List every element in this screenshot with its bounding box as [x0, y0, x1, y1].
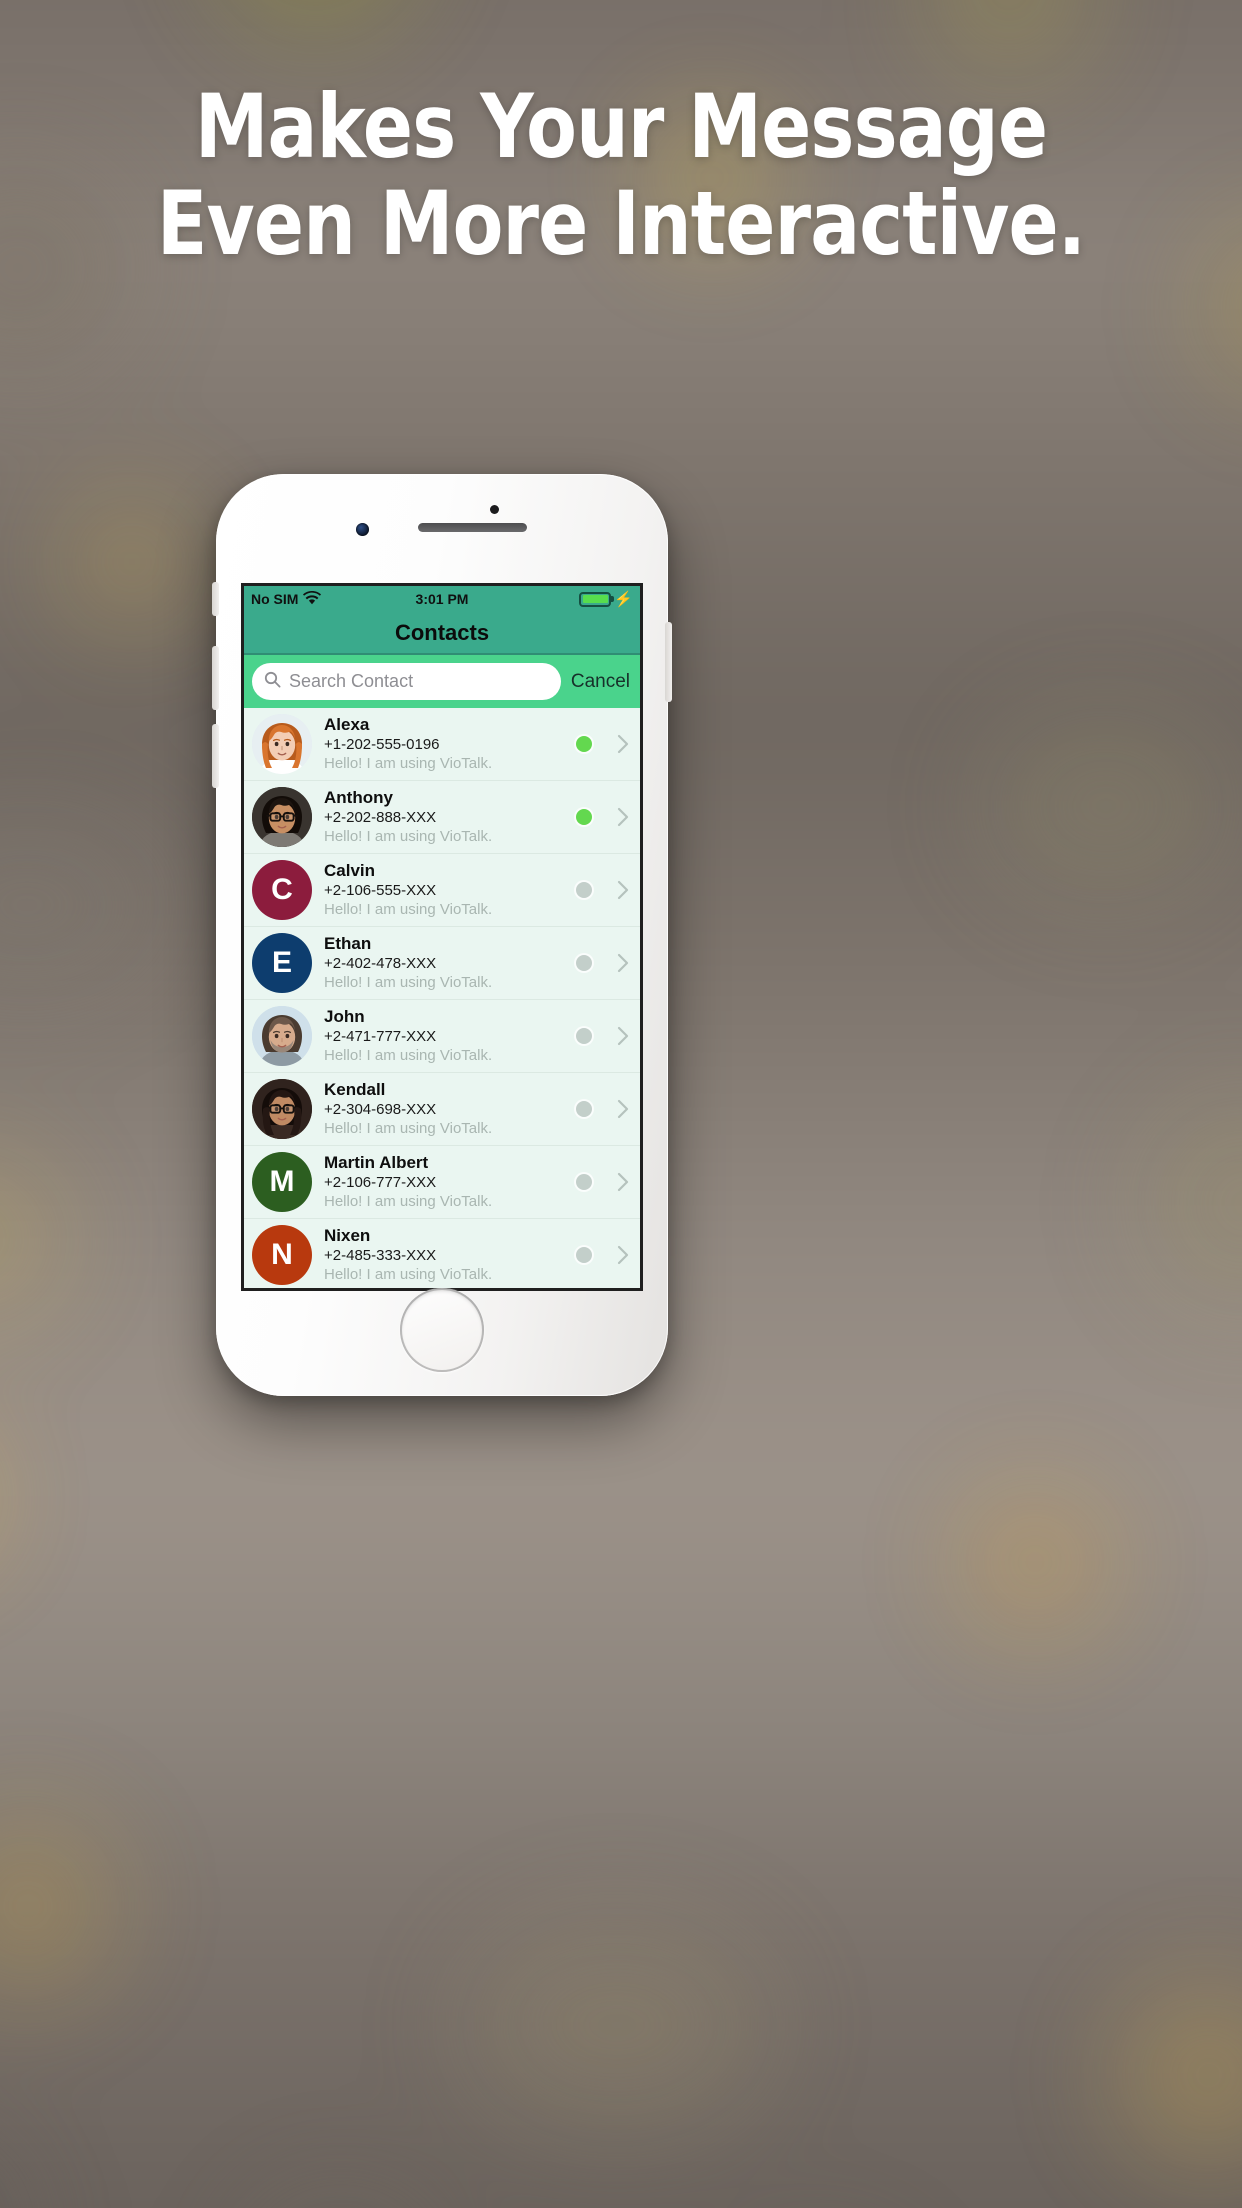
screen-title: Contacts [394, 619, 490, 645]
volume-up-button[interactable] [212, 646, 219, 710]
presence-offline-icon [576, 1247, 592, 1263]
presence-offline-icon [576, 882, 592, 898]
headline-line-1: Makes Your Message [194, 75, 1048, 178]
avatar-initial-label: C [271, 873, 293, 906]
chevron-right-icon[interactable] [616, 952, 630, 974]
cancel-button[interactable]: Cancel [567, 671, 634, 693]
presence-online-icon [576, 736, 592, 752]
headline-line-2: Even More Interactive. [156, 172, 1086, 275]
presence-offline-icon [576, 1101, 592, 1117]
contact-avatar-photo [252, 787, 312, 847]
chevron-right-icon[interactable] [616, 733, 630, 755]
contact-avatar-initial: M [252, 1152, 312, 1212]
contact-row[interactable]: Anthony +2-202-888-XXX Hello! I am using V… [244, 781, 640, 854]
front-camera-icon [356, 523, 369, 536]
contact-status-message: Hello! I am using VioTalk. [324, 1047, 493, 1064]
earpiece-speaker-icon [418, 523, 527, 532]
search-icon [264, 671, 281, 693]
contact-phone: +1-202-555-0196 [324, 736, 440, 753]
contact-info: Alexa +1-202-555-0196 Hello! I am using Vi… [322, 715, 566, 773]
power-button[interactable] [665, 622, 672, 702]
silent-switch[interactable] [212, 582, 219, 616]
contact-phone: +2-106-777-XXX [324, 1174, 437, 1191]
presence-offline-icon [576, 1028, 592, 1044]
chevron-right-icon[interactable] [616, 1098, 630, 1120]
contact-row[interactable]: Kendall +2-304-698-XXX Hello! I am using V… [244, 1073, 640, 1146]
contact-phone: +2-106-555-XXX [324, 882, 437, 899]
presence-offline-icon [576, 1174, 592, 1190]
contact-row[interactable]: C Calvin +2-106-555-XXX Hello! I am using V… [244, 854, 640, 927]
contact-name: Anthony [324, 788, 393, 807]
contact-info: Martin Albert +2-106-777-XXX Hello! I am u… [322, 1153, 566, 1211]
contact-name: Nixen [324, 1226, 371, 1245]
contact-status-message: Hello! I am using VioTalk. [324, 1266, 493, 1283]
contact-row[interactable]: E Ethan +2-402-478-XXX Hello! I am using Vi… [244, 927, 640, 1000]
presence-online-icon [576, 809, 592, 825]
contact-row[interactable]: N Nixen +2-485-333-XXX Hello! I am using Vi… [244, 1219, 640, 1288]
search-input[interactable]: Search Contact [252, 663, 561, 700]
home-button[interactable] [400, 1288, 484, 1372]
contact-name: John [324, 1007, 365, 1026]
status-bar-left: No SIM [251, 590, 322, 608]
contact-row[interactable]: John +2-471-777-XXX Hello! I am using VioT… [244, 1000, 640, 1073]
contact-phone: +2-402-478-XXX [324, 955, 437, 972]
contact-name: Calvin [324, 861, 376, 880]
contact-status-message: Hello! I am using VioTalk. [324, 1120, 493, 1137]
contact-status-message: Hello! I am using VioTalk. [324, 828, 493, 845]
proximity-sensor-icon [490, 505, 499, 514]
contact-name: Alexa [324, 715, 370, 734]
contact-name: Kendall [324, 1080, 386, 1099]
search-bar: Search Contact Cancel [244, 655, 640, 708]
contact-info: Ethan +2-402-478-XXX Hello! I am using Vio… [322, 934, 566, 992]
chevron-right-icon[interactable] [616, 806, 630, 828]
contact-row[interactable]: M Martin Albert +2-106-777-XXX Hello! I am … [244, 1146, 640, 1219]
chevron-right-icon[interactable] [616, 879, 630, 901]
contact-info: Nixen +2-485-333-XXX Hello! I am using Vio… [322, 1226, 566, 1284]
contact-info: Calvin +2-106-555-XXX Hello! I am using Vi… [322, 861, 566, 919]
avatar-initial-label: N [271, 1238, 293, 1271]
avatar-initial-label: E [271, 946, 292, 979]
phone-screen: No SIM 3:01 PM ⚡ Contacts Search Contact… [241, 583, 643, 1291]
contact-name: Martin Albert [324, 1153, 429, 1172]
chevron-right-icon[interactable] [616, 1244, 630, 1266]
contact-phone: +2-471-777-XXX [324, 1028, 437, 1045]
contact-row[interactable]: Alexa +1-202-555-0196 Hello! I am using Vi… [244, 708, 640, 781]
page-title: Makes Your Message Even More Interactive… [99, 78, 1142, 272]
contact-phone: +2-485-333-XXX [324, 1247, 437, 1264]
phone-mockup: No SIM 3:01 PM ⚡ Contacts Search Contact… [212, 474, 672, 1396]
avatar-initial-label: M [269, 1165, 295, 1198]
contact-phone: +2-304-698-XXX [324, 1101, 437, 1118]
contact-avatar-photo [252, 1079, 312, 1139]
contact-info: Anthony +2-202-888-XXX Hello! I am using V… [322, 788, 566, 846]
contact-status-message: Hello! I am using VioTalk. [324, 901, 493, 918]
wifi-icon [303, 590, 322, 608]
charging-bolt-icon: ⚡ [614, 590, 633, 608]
chevron-right-icon[interactable] [616, 1025, 630, 1047]
contact-avatar-initial: C [252, 860, 312, 920]
status-bar: No SIM 3:01 PM ⚡ [244, 586, 640, 612]
contact-status-message: Hello! I am using VioTalk. [324, 974, 493, 991]
contact-avatar-photo [252, 714, 312, 774]
contact-avatar-initial: N [252, 1225, 312, 1285]
status-bar-right: ⚡ [579, 590, 633, 608]
volume-down-button[interactable] [212, 724, 219, 788]
battery-icon [579, 591, 615, 607]
search-placeholder: Search Contact [289, 671, 414, 691]
contact-info: Kendall +2-304-698-XXX Hello! I am using V… [322, 1080, 566, 1138]
presence-offline-icon [576, 955, 592, 971]
navigation-bar: Contacts [244, 612, 640, 655]
chevron-right-icon[interactable] [616, 1171, 630, 1193]
contact-status-message: Hello! I am using VioTalk. [324, 1193, 493, 1210]
contact-avatar-photo [252, 1006, 312, 1066]
carrier-label: No SIM [251, 591, 299, 607]
contact-avatar-initial: E [252, 933, 312, 993]
contact-name: Ethan [324, 934, 372, 953]
contact-phone: +2-202-888-XXX [324, 809, 437, 826]
contact-status-message: Hello! I am using VioTalk. [324, 755, 493, 772]
contact-info: John +2-471-777-XXX Hello! I am using VioT… [322, 1007, 566, 1065]
contact-list[interactable]: Alexa +1-202-555-0196 Hello! I am using Vi… [244, 708, 640, 1288]
